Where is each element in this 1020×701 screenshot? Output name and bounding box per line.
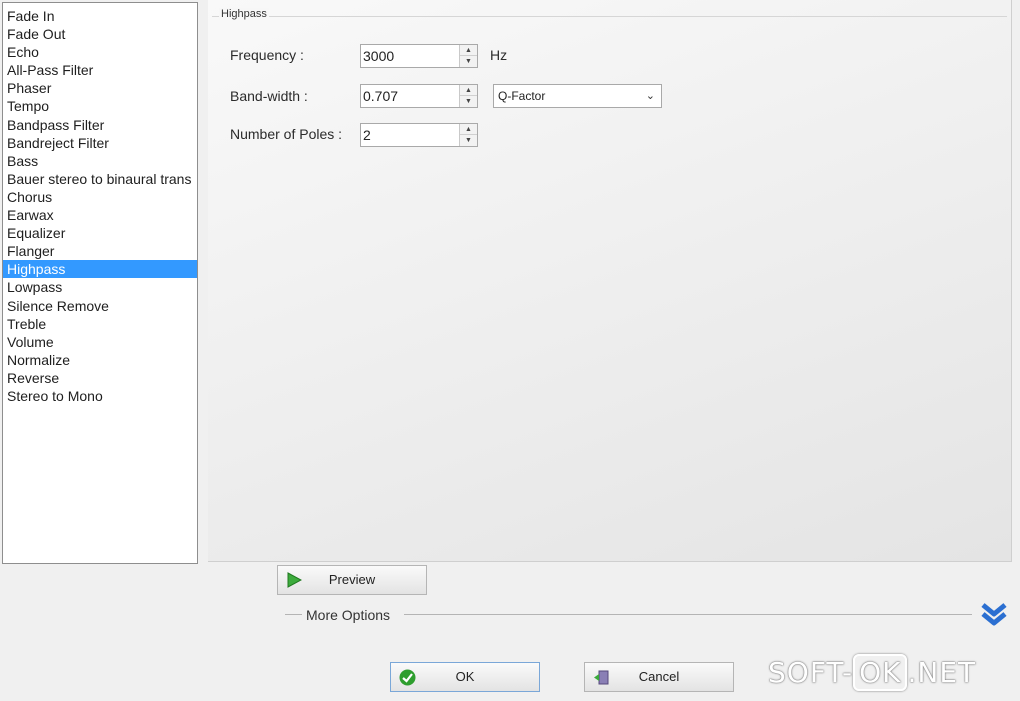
list-item[interactable]: Bandpass Filter <box>3 116 197 134</box>
list-item[interactable]: Flanger <box>3 242 197 260</box>
poles-input[interactable] <box>361 124 459 146</box>
cancel-button[interactable]: Cancel <box>584 662 734 692</box>
more-options-line-right <box>404 614 972 615</box>
list-item[interactable]: Tempo <box>3 97 197 115</box>
list-item[interactable]: Highpass <box>3 260 197 279</box>
poles-spinner[interactable]: ▲ ▼ <box>360 123 478 147</box>
bandwidth-up-arrow-icon[interactable]: ▲ <box>460 85 477 96</box>
list-item[interactable]: Equalizer <box>3 224 197 242</box>
ok-label: OK <box>455 669 475 684</box>
cancel-label: Cancel <box>638 669 680 684</box>
list-item[interactable]: Normalize <box>3 351 197 369</box>
ok-button[interactable]: OK <box>390 662 540 692</box>
frequency-down-arrow-icon[interactable]: ▼ <box>460 56 477 67</box>
bandwidth-down-arrow-icon[interactable]: ▼ <box>460 96 477 107</box>
frequency-up-arrow-icon[interactable]: ▲ <box>460 45 477 56</box>
preview-label: Preview <box>328 572 376 587</box>
list-item[interactable]: Chorus <box>3 188 197 206</box>
list-item[interactable]: Fade Out <box>3 25 197 43</box>
chevron-down-icon: ⌄ <box>645 90 655 102</box>
list-item[interactable]: All-Pass Filter <box>3 61 197 79</box>
poles-up-arrow-icon[interactable]: ▲ <box>460 124 477 135</box>
bandwidth-spinner-arrows[interactable]: ▲ ▼ <box>459 85 477 107</box>
list-item[interactable]: Lowpass <box>3 278 197 296</box>
bandwidth-label: Band-width : <box>230 88 308 104</box>
list-item[interactable]: Silence Remove <box>3 297 197 315</box>
bandwidth-type-select[interactable]: Q-Factor ⌄ <box>493 84 662 108</box>
poles-down-arrow-icon[interactable]: ▼ <box>460 135 477 146</box>
bandwidth-spinner[interactable]: ▲ ▼ <box>360 84 478 108</box>
group-border <box>212 16 1007 17</box>
list-item[interactable]: Echo <box>3 43 197 61</box>
frequency-input[interactable] <box>361 45 459 67</box>
list-item[interactable]: Bandreject Filter <box>3 134 197 152</box>
bandwidth-input[interactable] <box>361 85 459 107</box>
group-title: Highpass <box>219 8 269 20</box>
list-item[interactable]: Stereo to Mono <box>3 387 197 405</box>
list-item[interactable]: Phaser <box>3 79 197 97</box>
list-item[interactable]: Bass <box>3 152 197 170</box>
effects-list[interactable]: Fade In Fade Out Echo All-Pass Filter Phaser… <box>2 2 198 564</box>
list-item[interactable]: Bauer stereo to binaural trans <box>3 170 197 188</box>
list-item[interactable]: Earwax <box>3 206 197 224</box>
list-item[interactable]: Fade In <box>3 7 197 25</box>
list-item[interactable]: Volume <box>3 333 197 351</box>
expand-down-icon[interactable] <box>980 601 1008 629</box>
list-item[interactable]: Reverse <box>3 369 197 387</box>
frequency-unit: Hz <box>490 47 508 63</box>
watermark: SOFT- OK .NET <box>768 654 977 691</box>
more-options-line-left <box>285 614 302 615</box>
frequency-label: Frequency : <box>230 47 304 63</box>
frequency-spinner-arrows[interactable]: ▲ ▼ <box>459 45 477 67</box>
frequency-spinner[interactable]: ▲ ▼ <box>360 44 478 68</box>
poles-spinner-arrows[interactable]: ▲ ▼ <box>459 124 477 146</box>
more-options-label[interactable]: More Options <box>306 607 390 623</box>
bandwidth-type-value: Q-Factor <box>498 89 546 103</box>
poles-label: Number of Poles : <box>230 126 343 142</box>
effect-settings-panel: Highpass Frequency : ▲ ▼ Hz Band-width :… <box>208 0 1012 562</box>
list-item[interactable]: Treble <box>3 315 197 333</box>
preview-button[interactable]: Preview <box>277 565 427 595</box>
